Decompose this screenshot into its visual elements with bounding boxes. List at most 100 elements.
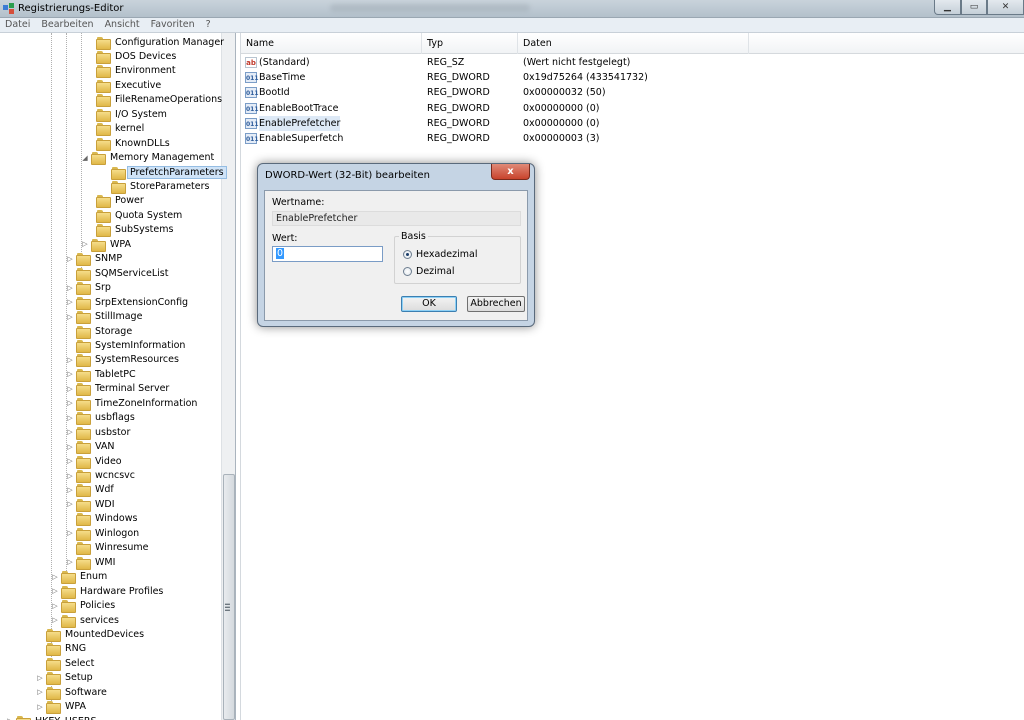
tree-node[interactable]: ▷ SrpExtensionConfig	[66, 295, 190, 310]
expand-arrow-icon[interactable]: ▷	[36, 703, 44, 711]
tree-node[interactable]: ▷ WDI	[66, 497, 117, 512]
tree-node[interactable]: SystemInformation	[66, 338, 187, 353]
ok-button[interactable]: OK	[401, 296, 457, 312]
tree-node[interactable]: ▷ Srp	[66, 281, 113, 296]
expand-arrow-icon[interactable]: ▷	[66, 472, 74, 480]
expand-arrow-icon[interactable]: ▷	[66, 298, 74, 306]
tree-node[interactable]: ▷ WPA	[36, 700, 88, 715]
tree-node[interactable]: I/O System	[86, 107, 169, 122]
expand-arrow-icon[interactable]: ▷	[66, 399, 74, 407]
expand-arrow-icon[interactable]: ▷	[66, 500, 74, 508]
tree-node[interactable]: ▷ WPA	[81, 237, 133, 252]
registry-tree[interactable]: ━ ━ ━ Configuration Manager DOS Devices Envi…	[0, 33, 236, 720]
tree-node[interactable]: Executive	[86, 78, 163, 93]
expand-arrow-icon[interactable]: ▷	[66, 356, 74, 364]
tree-node[interactable]: Windows	[66, 512, 139, 527]
tree-node[interactable]: Storage	[66, 324, 134, 339]
table-row[interactable]: 011 BaseTime REG_DWORD 0x19d75264 (43354173…	[241, 70, 1024, 85]
tree-node[interactable]: ▷ WMI	[66, 555, 117, 570]
tree-node[interactable]: Configuration Manager	[86, 35, 226, 50]
expand-arrow-icon[interactable]: ▷	[66, 284, 74, 292]
tree-node[interactable]: ▷ Software	[36, 685, 109, 700]
expand-arrow-icon[interactable]: ▷	[66, 457, 74, 465]
tree-node[interactable]: ▷ services	[51, 613, 121, 628]
tree-node[interactable]: SQMServiceList	[66, 266, 170, 281]
menu-help[interactable]: ?	[206, 18, 211, 32]
tree-node[interactable]: StoreParameters	[101, 180, 211, 194]
tree-scrollbar-thumb[interactable]	[223, 474, 235, 720]
maximize-button[interactable]: ▭	[961, 0, 987, 15]
menu-bearbeiten[interactable]: Bearbeiten	[41, 18, 93, 32]
table-row[interactable]: 011 EnablePrefetcher REG_DWORD 0x00000000 (…	[241, 115, 1024, 131]
tree-node[interactable]: KnownDLLs	[86, 136, 172, 151]
tree-node[interactable]: ▷ TimeZoneInformation	[66, 396, 199, 411]
menu-favoriten[interactable]: Favoriten	[151, 18, 195, 32]
tree-node[interactable]: ▷ wcncsvc	[66, 469, 137, 483]
tree-node[interactable]: ▷ VAN	[66, 440, 117, 455]
tree-node[interactable]: ▷ Enum	[51, 570, 109, 585]
tree-node[interactable]: ▷ Wdf	[66, 483, 116, 498]
tree-node[interactable]: MountedDevices	[36, 627, 146, 642]
tree-node[interactable]: ◢ Memory Management	[81, 151, 216, 166]
tree-node[interactable]: ▷ usbflags	[66, 411, 137, 426]
minimize-button[interactable]: ▁	[934, 0, 961, 15]
expand-arrow-icon[interactable]: ▷	[66, 313, 74, 321]
table-row[interactable]: 011 EnableSuperfetch REG_DWORD 0x00000003 (…	[241, 131, 1024, 146]
table-row[interactable]: 011 EnableBootTrace REG_DWORD 0x00000000 (0…	[241, 101, 1024, 116]
tree-node[interactable]: ▷ Policies	[51, 599, 117, 614]
tree-node[interactable]: ▷ Hardware Profiles	[51, 584, 165, 599]
tree-node[interactable]: ▷ Terminal Server	[66, 382, 171, 397]
tree-node[interactable]: RNG	[36, 642, 88, 657]
menu-datei[interactable]: Datei	[5, 18, 30, 32]
tree-node[interactable]: ▷ Setup	[36, 671, 95, 686]
cancel-button[interactable]: Abbrechen	[467, 296, 525, 312]
tree-node[interactable]: ▷HKEY_USERS	[6, 714, 99, 720]
expand-arrow-icon[interactable]: ▷	[66, 385, 74, 393]
expand-arrow-icon[interactable]: ▷	[66, 414, 74, 422]
tree-node[interactable]: ▷ SNMP	[66, 252, 124, 267]
expand-arrow-icon[interactable]: ▷	[66, 443, 74, 451]
table-row[interactable]: ab (Standard) REG_SZ (Wert nicht festgelegt…	[241, 55, 1024, 70]
menu-ansicht[interactable]: Ansicht	[105, 18, 140, 32]
tree-node[interactable]: Winresume	[66, 541, 150, 556]
expand-arrow-icon[interactable]: ▷	[51, 602, 59, 610]
tree-scrollbar[interactable]: ━ ━ ━	[221, 33, 235, 720]
expand-arrow-icon[interactable]: ▷	[66, 486, 74, 494]
radio-decimal[interactable]: Dezimal	[403, 266, 455, 277]
expand-arrow-icon[interactable]: ▷	[66, 255, 74, 263]
column-header-data[interactable]: Daten	[518, 33, 749, 54]
column-header-name[interactable]: Name	[241, 33, 422, 54]
tree-node[interactable]: DOS Devices	[86, 49, 178, 64]
dialog-close-button[interactable]: x	[491, 164, 530, 180]
tree-node[interactable]: Environment	[86, 64, 178, 79]
expand-arrow-icon[interactable]: ◢	[81, 154, 89, 162]
expand-arrow-icon[interactable]: ▷	[36, 674, 44, 682]
tree-node[interactable]: ▷ usbstor	[66, 425, 132, 440]
tree-node[interactable]: PrefetchParameters	[101, 165, 227, 180]
close-button[interactable]: ✕	[987, 0, 1024, 15]
tree-node[interactable]: Power	[86, 194, 146, 209]
tree-node[interactable]: SubSystems	[86, 223, 175, 238]
value-list[interactable]: Name Typ Daten ab (Standard) REG_SZ (Wert n…	[240, 33, 1024, 720]
expand-arrow-icon[interactable]: ▷	[51, 616, 59, 624]
tree-node[interactable]: ▷ Winlogon	[66, 526, 141, 541]
tree-node[interactable]: ▷ TabletPC	[66, 367, 138, 382]
value-input[interactable]: 0	[272, 246, 383, 262]
expand-arrow-icon[interactable]: ▷	[81, 240, 89, 248]
expand-arrow-icon[interactable]: ▷	[51, 587, 59, 595]
table-row[interactable]: 011 BootId REG_DWORD 0x00000032 (50)	[241, 85, 1024, 100]
tree-node[interactable]: Select	[36, 656, 96, 671]
tree-node[interactable]: ▷ Video	[66, 454, 124, 469]
expand-arrow-icon[interactable]: ▷	[66, 558, 74, 566]
tree-node[interactable]: kernel	[86, 122, 146, 137]
expand-arrow-icon[interactable]: ▷	[51, 573, 59, 581]
column-header-type[interactable]: Typ	[422, 33, 518, 54]
tree-node[interactable]: ▷ StillImage	[66, 310, 144, 325]
tree-node[interactable]: FileRenameOperations	[86, 93, 224, 108]
expand-arrow-icon[interactable]: ▷	[66, 529, 74, 537]
tree-node[interactable]: Quota System	[86, 208, 184, 223]
expand-arrow-icon[interactable]: ▷	[66, 370, 74, 378]
radio-hexadecimal[interactable]: Hexadezimal	[403, 249, 477, 260]
tree-node[interactable]: ▷ SystemResources	[66, 353, 181, 368]
expand-arrow-icon[interactable]: ▷	[66, 428, 74, 436]
